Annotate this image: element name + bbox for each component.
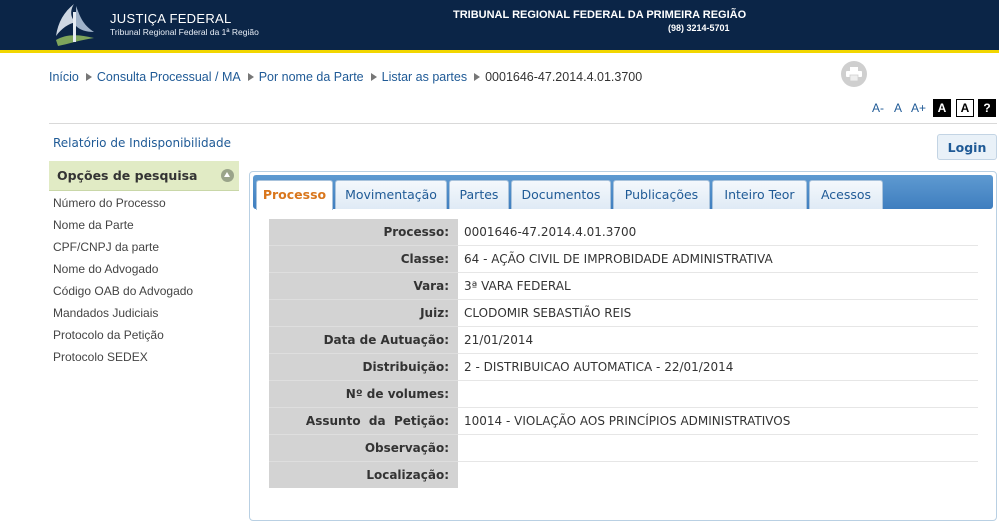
logo-title: JUSTIÇA FEDERAL [110, 11, 232, 26]
field-label: Vara: [269, 272, 458, 300]
field-value: 21/01/2014 [458, 326, 978, 354]
font-normal-button[interactable]: A [894, 101, 902, 115]
table-row: Processo: 0001646-47.2014.4.01.3700 [269, 219, 978, 246]
table-row: Observação: [269, 434, 978, 462]
printer-icon [846, 67, 862, 81]
font-increase-button[interactable]: A+ [911, 101, 926, 115]
breadcrumb-consulta-processual[interactable]: Consulta Processual / MA [97, 70, 241, 84]
table-row: Data de Autuação: 21/01/2014 [269, 326, 978, 354]
search-options-title: Opções de pesquisa [57, 168, 198, 183]
tab-acessos[interactable]: Acessos [809, 180, 883, 209]
table-row: Nº de volumes: [269, 380, 978, 408]
tab-processo[interactable]: Processo [256, 180, 333, 210]
field-value: 10014 - VIOLAÇÃO AOS PRINCÍPIOS ADMINIST… [458, 407, 978, 435]
table-row: Juiz: CLODOMIR SEBASTIÃO REIS [269, 299, 978, 327]
site-header: JUSTIÇA FEDERAL Tribunal Regional Federa… [0, 0, 999, 53]
menu-item-protocolo-peticao[interactable]: Protocolo da Petição [53, 328, 193, 350]
search-options-header[interactable]: Opções de pesquisa [49, 161, 239, 191]
breadcrumb-nome-da-parte[interactable]: Por nome da Parte [259, 70, 364, 84]
menu-item-protocolo-sedex[interactable]: Protocolo SEDEX [53, 350, 193, 372]
table-row: Assunto da Petição: 10014 - VIOLAÇÃO AOS… [269, 407, 978, 435]
field-label: Localização: [269, 461, 458, 488]
breadcrumb-inicio[interactable]: Início [49, 70, 79, 84]
font-decrease-button[interactable]: A- [872, 101, 884, 115]
field-value [458, 461, 978, 488]
field-label: Juiz: [269, 299, 458, 327]
field-value: CLODOMIR SEBASTIÃO REIS [458, 299, 978, 327]
field-label: Classe: [269, 245, 458, 273]
menu-item-cpf-cnpj[interactable]: CPF/CNPJ da parte [53, 240, 193, 262]
field-value: 2 - DISTRIBUICAO AUTOMATICA - 22/01/2014 [458, 353, 978, 381]
tab-documentos[interactable]: Documentos [511, 180, 611, 209]
field-label: Processo: [269, 219, 458, 246]
menu-item-mandados-judiciais[interactable]: Mandados Judiciais [53, 306, 193, 328]
field-label: Assunto da Petição: [269, 407, 458, 435]
normal-contrast-button[interactable]: A [956, 99, 974, 117]
process-details-table: Processo: 0001646-47.2014.4.01.3700 Clas… [269, 219, 978, 488]
field-value [458, 434, 978, 462]
tab-publicacoes[interactable]: Publicações [613, 180, 710, 209]
logo-subtitle: Tribunal Regional Federal da 1ª Região [110, 27, 259, 37]
divider [49, 123, 997, 124]
tab-partes[interactable]: Partes [449, 180, 509, 209]
field-value: 0001646-47.2014.4.01.3700 [458, 219, 978, 246]
field-label: Nº de volumes: [269, 380, 458, 408]
print-button[interactable] [841, 61, 867, 87]
field-label: Observação: [269, 434, 458, 462]
process-panel: Processo Movimentação Partes Documentos … [249, 171, 997, 521]
table-row: Localização: [269, 461, 978, 488]
breadcrumb-arrow-icon [247, 72, 254, 81]
breadcrumb-current: 0001646-47.2014.4.01.3700 [485, 70, 643, 84]
justica-federal-logo-icon[interactable] [50, 2, 100, 48]
login-button[interactable]: Login [937, 134, 997, 160]
high-contrast-button[interactable]: A [933, 99, 951, 117]
table-row: Classe: 64 - AÇÃO CIVIL DE IMPROBIDADE A… [269, 245, 978, 273]
field-value: 64 - AÇÃO CIVIL DE IMPROBIDADE ADMINISTR… [458, 245, 978, 273]
menu-item-numero-processo[interactable]: Número do Processo [53, 196, 193, 218]
menu-item-codigo-oab[interactable]: Código OAB do Advogado [53, 284, 193, 306]
tab-inteiro-teor[interactable]: Inteiro Teor [712, 180, 807, 209]
field-value: 3ª VARA FEDERAL [458, 272, 978, 300]
menu-item-nome-advogado[interactable]: Nome do Advogado [53, 262, 193, 284]
field-value [458, 380, 978, 408]
breadcrumb-arrow-icon [85, 72, 92, 81]
table-row: Vara: 3ª VARA FEDERAL [269, 272, 978, 300]
court-name: TRIBUNAL REGIONAL FEDERAL DA PRIMEIRA RE… [453, 9, 747, 21]
breadcrumb-listar-partes[interactable]: Listar as partes [382, 70, 467, 84]
field-label: Distribuição: [269, 353, 458, 381]
collapse-icon[interactable] [221, 169, 234, 182]
relatorio-indisponibilidade-link[interactable]: Relatório de Indisponibilidade [53, 136, 231, 150]
court-phone: (98) 3214-5701 [668, 23, 730, 33]
breadcrumb: Início Consulta Processual / MA Por nome d… [49, 70, 642, 84]
tab-bar: Processo Movimentação Partes Documentos … [253, 175, 993, 210]
breadcrumb-arrow-icon [474, 72, 481, 81]
menu-item-nome-parte[interactable]: Nome da Parte [53, 218, 193, 240]
breadcrumb-arrow-icon [370, 72, 377, 81]
help-button[interactable]: ? [978, 99, 996, 117]
field-label: Data de Autuação: [269, 326, 458, 354]
search-options-menu: Número do Processo Nome da Parte CPF/CNP… [53, 196, 193, 372]
tab-movimentacao[interactable]: Movimentação [335, 180, 447, 209]
table-row: Distribuição: 2 - DISTRIBUICAO AUTOMATIC… [269, 353, 978, 381]
